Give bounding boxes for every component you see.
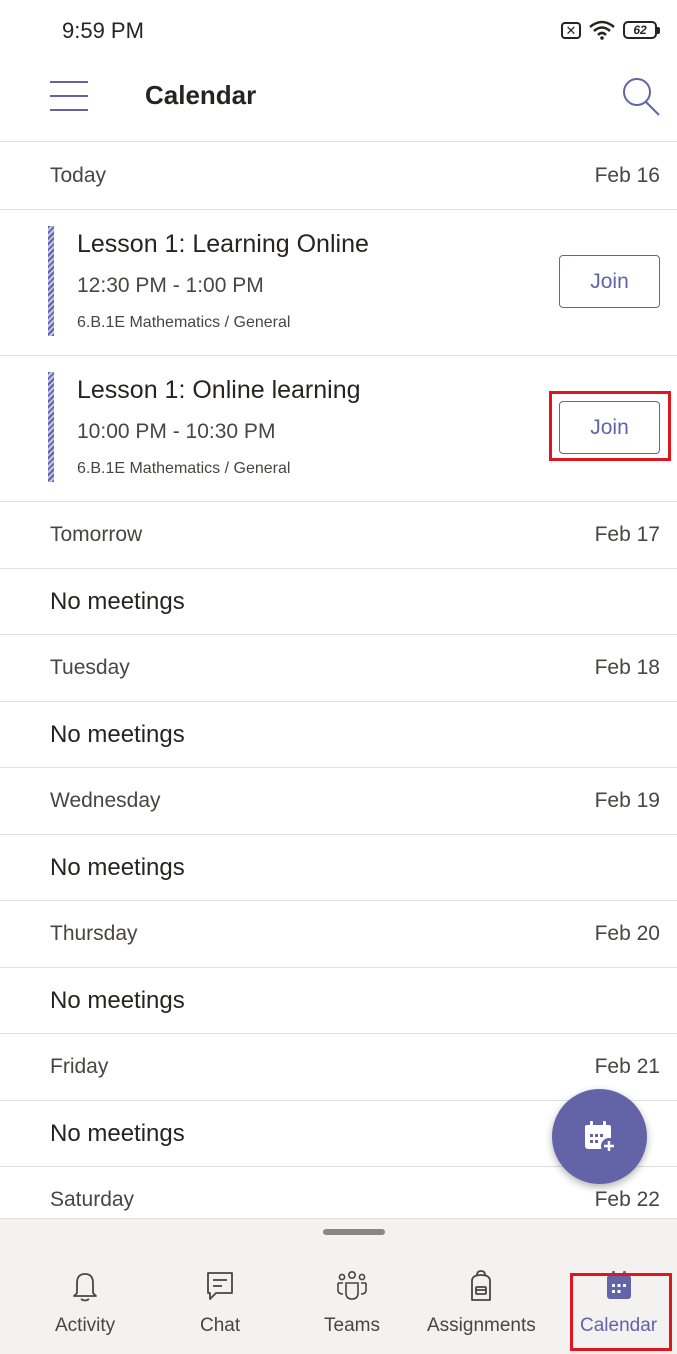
meeting-time: 12:30 PM - 1:00 PM [77, 274, 264, 297]
day-date: Feb 16 [594, 164, 660, 187]
no-meetings-message: No meetings [0, 968, 677, 1034]
meeting-time: 10:00 PM - 10:30 PM [77, 420, 276, 443]
status-time: 9:59 PM [62, 18, 144, 43]
day-date: Feb 18 [594, 656, 660, 679]
day-label: Wednesday [50, 789, 161, 812]
no-meetings-message: No meetings [0, 835, 677, 901]
day-header-today: Today Feb 16 [0, 143, 677, 210]
nav-item-teams[interactable]: Teams [324, 1269, 380, 1337]
search-icon [623, 78, 660, 116]
drag-handle[interactable] [323, 1229, 385, 1235]
day-date: Feb 17 [594, 523, 660, 546]
no-sim-icon: ✕ [561, 21, 581, 39]
nav-label: Assignments [427, 1315, 536, 1336]
meeting-item[interactable]: Lesson 1: Learning Online 12:30 PM - 1:0… [0, 210, 677, 356]
day-label: Tuesday [50, 656, 130, 679]
meeting-color-stripe [48, 226, 54, 336]
no-meetings-message: No meetings [0, 702, 677, 768]
status-bar: 9:59 PM ✕ 62 [0, 0, 677, 62]
nav-label: Teams [324, 1315, 380, 1336]
teams-icon [337, 1270, 367, 1300]
join-button[interactable]: Join [559, 255, 660, 308]
day-date: Feb 22 [594, 1188, 660, 1211]
calendar-agenda-list[interactable]: Today Feb 16 Lesson 1: Learning Online 1… [0, 143, 677, 1234]
meeting-color-stripe [48, 372, 54, 482]
calendar-tab-highlight [570, 1273, 672, 1351]
nav-item-assignments[interactable]: Assignments [427, 1269, 536, 1337]
join-button-highlight [549, 391, 671, 461]
day-date: Feb 20 [594, 922, 660, 945]
new-meeting-button[interactable] [552, 1089, 647, 1184]
calendar-add-icon [584, 1120, 617, 1154]
day-date: Feb 21 [594, 1055, 660, 1078]
day-header-thursday: Thursday Feb 20 [0, 901, 677, 968]
status-icons: ✕ 62 [561, 20, 660, 40]
battery-indicator: 62 [623, 21, 660, 39]
nav-item-chat[interactable]: Chat [200, 1269, 240, 1337]
day-label: Saturday [50, 1188, 135, 1211]
meeting-channel: 6.B.1E Mathematics / General [77, 460, 291, 477]
day-date: Feb 19 [594, 789, 660, 812]
wifi-icon [589, 20, 615, 40]
page-title: Calendar [145, 80, 257, 110]
day-label: Thursday [50, 922, 138, 945]
day-header-wednesday: Wednesday Feb 19 [0, 768, 677, 835]
menu-button[interactable] [50, 81, 88, 111]
app-header: Calendar [0, 62, 677, 142]
meeting-channel: 6.B.1E Mathematics / General [77, 314, 291, 331]
day-header-tuesday: Tuesday Feb 18 [0, 635, 677, 702]
day-label: Today [50, 164, 107, 187]
day-label: Friday [50, 1055, 109, 1078]
nav-item-activity[interactable]: Activity [55, 1269, 115, 1337]
day-label: Tomorrow [50, 523, 143, 546]
meeting-title: Lesson 1: Online learning [77, 376, 361, 404]
day-header-tomorrow: Tomorrow Feb 17 [0, 502, 677, 569]
chat-icon [207, 1272, 233, 1300]
search-button[interactable] [619, 74, 663, 118]
day-header-friday: Friday Feb 21 [0, 1034, 677, 1101]
nav-label: Activity [55, 1315, 116, 1336]
bell-icon [73, 1273, 97, 1302]
backpack-icon [471, 1270, 492, 1301]
nav-label: Chat [200, 1315, 241, 1336]
meeting-title: Lesson 1: Learning Online [77, 230, 369, 258]
no-meetings-message: No meetings [0, 569, 677, 635]
